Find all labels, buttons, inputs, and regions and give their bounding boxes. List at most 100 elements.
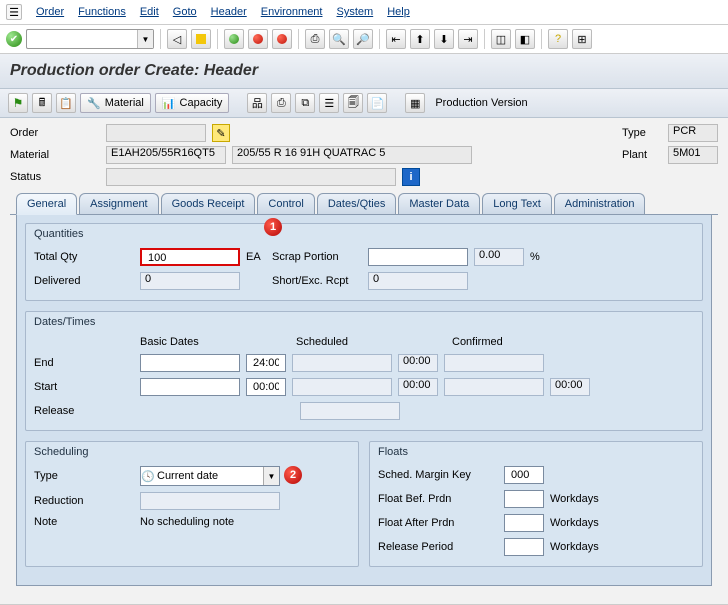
end-basic-date[interactable]: [140, 354, 240, 372]
menu-header[interactable]: Header: [211, 6, 247, 18]
prev-page-icon[interactable]: ⬆: [410, 29, 430, 49]
menu-help[interactable]: Help: [387, 6, 410, 18]
material-button-label: Material: [105, 97, 144, 109]
cancel-icon[interactable]: [248, 29, 268, 49]
order-search-icon[interactable]: ✎: [212, 124, 230, 142]
material-label: Material: [10, 149, 100, 161]
menu-more-icon[interactable]: ☰: [6, 4, 22, 20]
delivered-label: Delivered: [34, 275, 134, 287]
tab-goods-receipt[interactable]: Goods Receipt: [161, 193, 256, 214]
float-before-label: Float Bef. Prdn: [378, 493, 498, 505]
workdays-label-3: Workdays: [550, 541, 599, 553]
menu-environment[interactable]: Environment: [261, 6, 323, 18]
tab-assignment[interactable]: Assignment: [79, 193, 158, 214]
standard-toolbar: ✔ ▼ ◁ ⎙ 🔍 🔎 ⇤ ⬆ ⬇ ⇥ ◫ ◧ ? ⊞: [0, 25, 728, 54]
command-field[interactable]: ▼: [26, 29, 154, 49]
start-basic-date[interactable]: [140, 378, 240, 396]
material-field[interactable]: E1AH205/55R16QT5: [106, 146, 226, 164]
log-icon[interactable]: 📄: [367, 93, 387, 113]
group-floats-title: Floats: [378, 446, 694, 458]
group-dates-times: Dates/Times Basic Dates Scheduled Confir…: [25, 311, 703, 431]
production-version-button[interactable]: Production Version: [429, 93, 533, 113]
menu-order[interactable]: Order: [36, 6, 64, 18]
start-sched-date: [292, 378, 392, 396]
menu-functions[interactable]: Functions: [78, 6, 126, 18]
group-scheduling-title: Scheduling: [34, 446, 350, 458]
total-qty-field[interactable]: [140, 248, 240, 266]
schedule-type-dropdown[interactable]: 🕓 ▼: [140, 466, 280, 486]
last-page-icon[interactable]: ⇥: [458, 29, 478, 49]
page-title-bar: Production order Create: Header: [0, 54, 728, 89]
clock-icon: 🕓: [141, 470, 155, 483]
end-sched-date: [292, 354, 392, 372]
menu-system[interactable]: System: [337, 6, 374, 18]
sched-margin-key-field[interactable]: [504, 466, 544, 484]
find-icon[interactable]: 🔍: [329, 29, 349, 49]
release-label: Release: [34, 405, 134, 417]
command-dropdown-icon[interactable]: ▼: [137, 30, 153, 48]
calc-icon[interactable]: 🖩: [32, 93, 52, 113]
end-basic-time[interactable]: [246, 354, 286, 372]
note-value: No scheduling note: [140, 516, 234, 528]
start-conf-time: 00:00: [550, 378, 590, 396]
find-next-icon[interactable]: 🔎: [353, 29, 373, 49]
float-after-field[interactable]: [504, 514, 544, 532]
info-icon[interactable]: i: [402, 168, 420, 186]
note-label: Note: [34, 516, 134, 528]
release-period-field[interactable]: [504, 538, 544, 556]
tab-long-text[interactable]: Long Text: [482, 193, 552, 214]
release-sched-date: [300, 402, 400, 420]
components-icon[interactable]: ⧉: [295, 93, 315, 113]
type-field: PCR: [668, 124, 718, 142]
scrap-field[interactable]: [368, 248, 468, 266]
print-icon[interactable]: ⎙: [305, 29, 325, 49]
new-session-icon[interactable]: ◫: [491, 29, 511, 49]
command-input[interactable]: [27, 33, 137, 45]
order-field[interactable]: [106, 124, 206, 142]
back-icon[interactable]: ◁: [167, 29, 187, 49]
end-conf-date: [444, 354, 544, 372]
plant-field: 5M01: [668, 146, 718, 164]
shortcut-icon[interactable]: ◧: [515, 29, 535, 49]
callout-2: 2: [284, 466, 302, 484]
separator: [379, 29, 380, 49]
tab-control[interactable]: Control: [257, 193, 314, 214]
menu-goto[interactable]: Goto: [173, 6, 197, 18]
layout-icon[interactable]: ⊞: [572, 29, 592, 49]
first-page-icon[interactable]: ⇤: [386, 29, 406, 49]
tab-master-data[interactable]: Master Data: [398, 193, 480, 214]
application-toolbar: ⚑ 🖩 📋 🔧 Material 📊 Capacity 品 ⎙ ⧉ ☰ 🗐 📄 …: [0, 89, 728, 118]
enter-icon[interactable]: ✔: [6, 31, 22, 47]
tab-general[interactable]: General: [16, 193, 77, 215]
group-dates-title: Dates/Times: [34, 316, 694, 328]
documents-icon[interactable]: 🗐: [343, 93, 363, 113]
network-icon[interactable]: 品: [247, 93, 267, 113]
start-basic-time[interactable]: [246, 378, 286, 396]
flag-icon[interactable]: ⚑: [8, 93, 28, 113]
col-basic-dates: Basic Dates: [140, 336, 290, 348]
tab-administration[interactable]: Administration: [554, 193, 646, 214]
col-confirmed: Confirmed: [452, 336, 602, 348]
save-icon[interactable]: [191, 29, 211, 49]
tab-dates-qties[interactable]: Dates/Qties: [317, 193, 396, 214]
delivered-field: 0: [140, 272, 240, 290]
capacity-button[interactable]: 📊 Capacity: [155, 93, 230, 113]
stop-icon[interactable]: [272, 29, 292, 49]
material-button[interactable]: 🔧 Material: [80, 93, 151, 113]
grid-icon[interactable]: ▦: [405, 93, 425, 113]
float-before-field[interactable]: [504, 490, 544, 508]
next-page-icon[interactable]: ⬇: [434, 29, 454, 49]
uom-label: EA: [246, 251, 266, 263]
help-icon[interactable]: ?: [548, 29, 568, 49]
exit-icon[interactable]: [224, 29, 244, 49]
operations-icon[interactable]: ☰: [319, 93, 339, 113]
print2-icon[interactable]: ⎙: [271, 93, 291, 113]
float-after-label: Float After Prdn: [378, 517, 498, 529]
end-sched-time: 00:00: [398, 354, 438, 372]
tab-strip: General Assignment Goods Receipt Control…: [10, 192, 718, 215]
clipboard-icon[interactable]: 📋: [56, 93, 76, 113]
start-sched-time: 00:00: [398, 378, 438, 396]
chevron-down-icon[interactable]: ▼: [263, 467, 279, 485]
tab-body-general: Quantities 1 Total Qty EA Scrap Portion …: [16, 215, 712, 586]
menu-edit[interactable]: Edit: [140, 6, 159, 18]
